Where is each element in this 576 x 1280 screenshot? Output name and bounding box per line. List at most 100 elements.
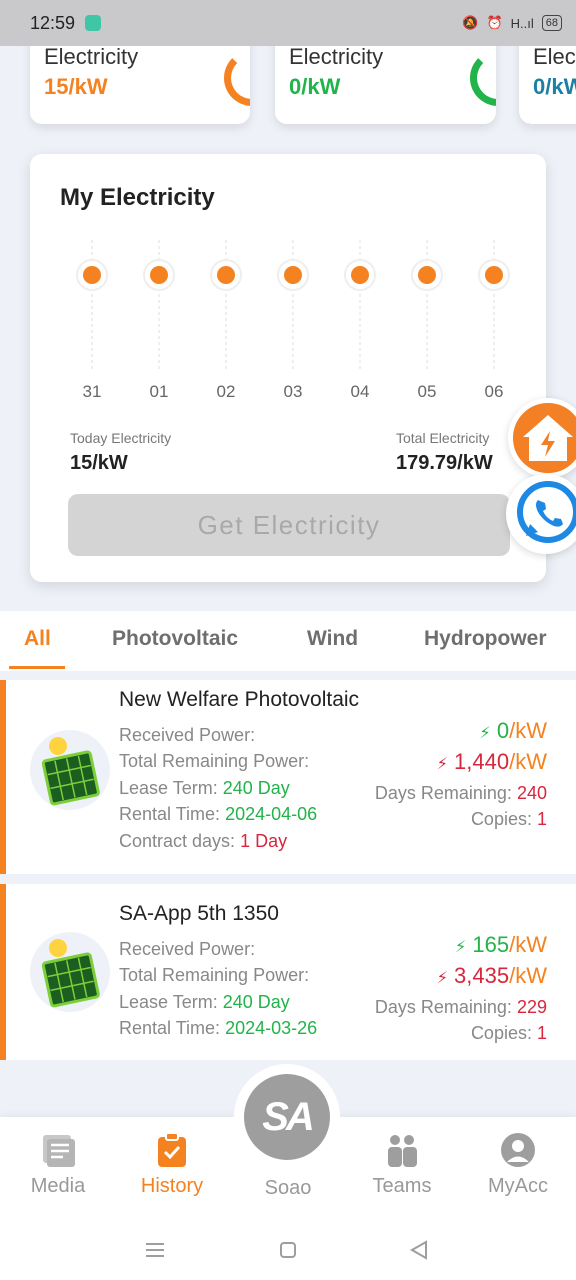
copies-row: Copies: 1 <box>471 1023 547 1044</box>
lease-term-row: Lease Term: 240 Day <box>119 992 290 1013</box>
days-remaining-row: Days Remaining: 240 <box>375 783 547 804</box>
bolt-icon: ⚡︎ <box>479 725 491 742</box>
timeline-dot <box>150 266 168 284</box>
lease-term-row: Lease Term: 240 Day <box>119 778 290 799</box>
copies-label: Copies: <box>470 809 532 829</box>
progress-ring-icon <box>470 50 496 106</box>
timeline-dot <box>485 266 503 284</box>
remaining-power-value: 3,435 <box>454 963 510 988</box>
days-remaining-label: Days Remaining: <box>374 783 512 803</box>
whatsapp-icon <box>517 481 576 543</box>
home-icon[interactable] <box>280 1242 296 1258</box>
status-icons: 🔕 ⏰ H..ıl 68 <box>462 15 562 31</box>
total-electricity-label: Total Electricity <box>396 430 490 446</box>
teams-icon <box>388 1135 417 1167</box>
remaining-power-label: Total Remaining Power: <box>119 751 310 771</box>
days-remaining-row: Days Remaining: 229 <box>375 997 547 1018</box>
lease-term-label: Lease Term: <box>119 992 218 1012</box>
lease-term-value: 240 Day <box>222 992 290 1012</box>
get-electricity-button[interactable]: Get Electricity <box>68 494 510 556</box>
tab-all[interactable]: All <box>24 627 51 651</box>
lease-term-value: 240 Day <box>222 778 290 798</box>
unit-label: /kW <box>509 718 547 743</box>
menu-icon[interactable] <box>146 1243 164 1257</box>
timeline-dot <box>351 266 369 284</box>
account-icon <box>501 1133 535 1167</box>
summary-card-value: 15/kW <box>44 74 108 99</box>
rental-time-value: 2024-03-26 <box>225 1018 318 1038</box>
received-power-value: 0 <box>496 718 510 743</box>
status-bar: 12:59 🔕 ⏰ H..ıl 68 <box>0 0 576 46</box>
received-power-label: Received Power: <box>119 939 256 959</box>
remaining-power-label: Total Remaining Power: <box>119 965 310 985</box>
timeline-dot <box>418 266 436 284</box>
nav-myacc-label: MyAcc <box>488 1175 548 1197</box>
received-power-label: Received Power: <box>119 725 256 745</box>
nav-media-label: Media <box>30 1175 86 1197</box>
remaining-power-row: ⚡︎ 3,435/kW <box>437 963 547 989</box>
rental-time-label: Rental Time: <box>119 804 221 824</box>
days-remaining-label: Days Remaining: <box>374 997 512 1017</box>
active-tab-indicator <box>9 666 65 669</box>
rental-time-row: Rental Time: 2024-03-26 <box>119 1018 317 1039</box>
nav-myacc[interactable]: MyAcc <box>468 1131 568 1198</box>
news-icon <box>43 1135 75 1167</box>
received-power-value: 165 <box>472 932 510 957</box>
bolt-icon: ⚡︎ <box>436 970 448 987</box>
summary-card-label: Elec <box>533 44 576 69</box>
received-power-row: ⚡︎ 0/kW <box>480 718 548 744</box>
nav-teams[interactable]: Teams <box>352 1131 452 1198</box>
remaining-power-row: ⚡︎ 1,440/kW <box>437 749 547 775</box>
summary-card-label: Electricity <box>44 44 139 69</box>
summary-card-label: Electricity <box>289 44 384 69</box>
tab-wind[interactable]: Wind <box>307 627 358 651</box>
rental-time-label: Rental Time: <box>119 1018 221 1038</box>
nav-history-label: History <box>140 1175 204 1197</box>
progress-ring-icon <box>224 50 250 106</box>
nav-media[interactable]: Media <box>8 1131 108 1198</box>
nav-soao-label: Soao <box>264 1177 312 1199</box>
contract-days-row: Contract days: 1 Day <box>119 831 287 852</box>
item-title: New Welfare Photovoltaic <box>119 688 360 711</box>
remaining-power-value: 1,440 <box>454 749 510 774</box>
back-icon[interactable] <box>409 1240 427 1260</box>
clipboard-check-icon <box>158 1132 186 1167</box>
today-electricity-value: 15/kW <box>70 452 128 474</box>
tab-hydropower[interactable]: Hydropower <box>424 627 547 651</box>
timeline-day-label: 01 <box>150 382 169 401</box>
timeline-day-label: 05 <box>418 382 437 401</box>
bolt-icon: ⚡︎ <box>455 939 467 956</box>
list-item[interactable]: SA-App 5th 1350 Received Power: Total Re… <box>0 884 576 1060</box>
nav-history[interactable]: History <box>122 1131 222 1198</box>
unit-label: /kW <box>509 963 547 988</box>
battery-icon: 68 <box>541 15 562 31</box>
received-power-row: ⚡︎ 165/kW <box>455 932 547 958</box>
summary-card-value: 0/kW <box>533 74 576 99</box>
timeline-day-label: 06 <box>485 382 504 401</box>
center-home-button[interactable]: SA <box>234 1064 340 1170</box>
solar-panel-icon <box>30 730 110 810</box>
contract-days-label: Contract days: <box>119 831 236 851</box>
item-accent-bar <box>0 884 6 1060</box>
summary-card-value: 0/kW <box>289 74 341 99</box>
list-item[interactable]: New Welfare Photovoltaic Received Power:… <box>0 680 576 874</box>
copies-label: Copies: <box>470 1023 532 1043</box>
timeline-dot <box>83 266 101 284</box>
timeline-dot <box>284 266 302 284</box>
home-power-button[interactable] <box>508 398 576 478</box>
copies-value: 1 <box>536 1023 547 1043</box>
unit-label: /kW <box>509 749 547 774</box>
rental-time-row: Rental Time: 2024-04-06 <box>119 804 317 825</box>
notification-icon <box>85 15 102 31</box>
whatsapp-button[interactable] <box>506 474 576 554</box>
alarm-icon: ⏰ <box>486 15 503 30</box>
today-electricity-label: Today Electricity <box>70 430 172 446</box>
day-timeline: 31 01 02 03 04 05 06 <box>76 240 510 401</box>
timeline-day-label: 04 <box>351 382 370 401</box>
house-bolt-icon <box>523 415 573 461</box>
total-electricity-value: 179.79/kW <box>396 452 493 474</box>
timeline-day-label: 03 <box>284 382 303 401</box>
mute-icon: 🔕 <box>462 15 479 30</box>
tab-photovoltaic[interactable]: Photovoltaic <box>112 627 238 651</box>
days-remaining-value: 229 <box>516 997 547 1017</box>
